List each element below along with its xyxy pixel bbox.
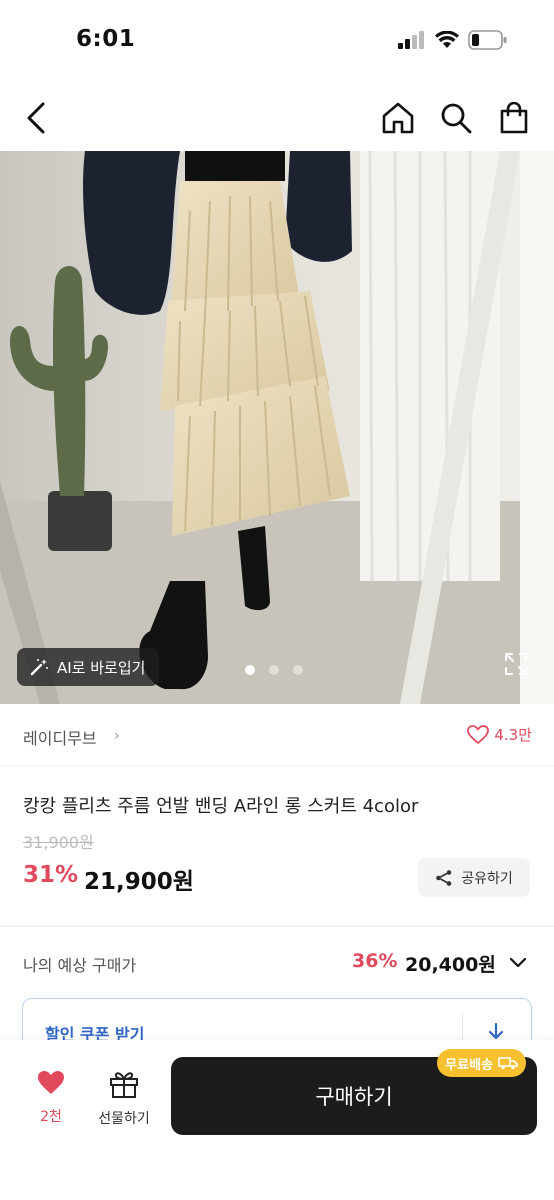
free-shipping-badge: 무료배송 bbox=[437, 1049, 526, 1077]
free-shipping-label: 무료배송 bbox=[445, 1057, 493, 1073]
like-count: 4.3만 bbox=[494, 726, 532, 744]
ai-try-on-label: AI로 바로입기 bbox=[57, 658, 146, 677]
status-bar: 6:01 bbox=[0, 0, 554, 80]
product-title: 캉캉 플리츠 주름 언발 밴딩 A라인 롱 스커트 4color bbox=[23, 796, 419, 817]
search-icon bbox=[441, 103, 472, 134]
product-image[interactable] bbox=[0, 151, 554, 704]
back-button[interactable] bbox=[18, 98, 54, 138]
status-time: 6:01 bbox=[76, 26, 136, 52]
signal-icon bbox=[398, 31, 424, 49]
heart-filled-icon bbox=[38, 1071, 64, 1094]
page-dot[interactable] bbox=[245, 665, 255, 675]
original-price: 31,900원 bbox=[23, 833, 94, 852]
share-icon bbox=[436, 869, 452, 886]
page-dot[interactable] bbox=[269, 665, 279, 675]
home-icon bbox=[382, 102, 414, 134]
cart-button[interactable] bbox=[496, 98, 532, 138]
expected-discount-rate: 36% bbox=[352, 950, 398, 972]
chevron-left-icon bbox=[27, 102, 45, 134]
wifi-icon bbox=[435, 31, 459, 48]
chevron-right-icon: › bbox=[114, 728, 120, 744]
battery-icon bbox=[468, 30, 507, 50]
gift-button[interactable]: 선물하기 bbox=[92, 1070, 156, 1128]
bottom-action-bar: 2천 선물하기 구매하기 무료배송 bbox=[0, 1040, 554, 1200]
sale-price: 21,900원 bbox=[84, 869, 194, 895]
magic-wand-icon bbox=[30, 659, 48, 676]
expected-price: 20,400원 bbox=[405, 954, 496, 976]
heart-outline-icon bbox=[467, 724, 490, 744]
share-label: 공유하기 bbox=[461, 870, 513, 887]
shopping-bag-icon bbox=[500, 102, 528, 134]
nav-bar bbox=[0, 88, 554, 148]
page-dot[interactable] bbox=[293, 665, 303, 675]
expand-icon[interactable] bbox=[504, 652, 528, 676]
search-button[interactable] bbox=[438, 98, 474, 138]
buy-label: 구매하기 bbox=[315, 1085, 393, 1109]
image-pagination bbox=[245, 665, 303, 675]
section-divider bbox=[0, 925, 554, 927]
ai-try-on-button[interactable]: AI로 바로입기 bbox=[17, 648, 159, 686]
gift-icon bbox=[110, 1072, 138, 1098]
like-button-count: 2천 bbox=[40, 1109, 62, 1125]
gift-label: 선물하기 bbox=[98, 1111, 150, 1127]
like-button[interactable]: 2천 bbox=[26, 1070, 76, 1126]
brand-name[interactable]: 레이디무브 bbox=[23, 725, 97, 749]
expected-price-label: 나의 예상 구매가 bbox=[23, 956, 137, 975]
share-button[interactable]: 공유하기 bbox=[418, 858, 530, 897]
chevron-down-icon[interactable] bbox=[508, 952, 528, 972]
status-icons bbox=[398, 30, 508, 50]
discount-rate: 31% bbox=[23, 862, 79, 888]
truck-icon bbox=[498, 1057, 518, 1070]
nav-actions bbox=[380, 98, 532, 138]
product-photo bbox=[0, 151, 554, 704]
brand-like-button[interactable]: 4.3만 bbox=[467, 724, 532, 745]
home-button[interactable] bbox=[380, 98, 416, 138]
brand-row[interactable]: 레이디무브 › 4.3만 bbox=[0, 704, 554, 766]
